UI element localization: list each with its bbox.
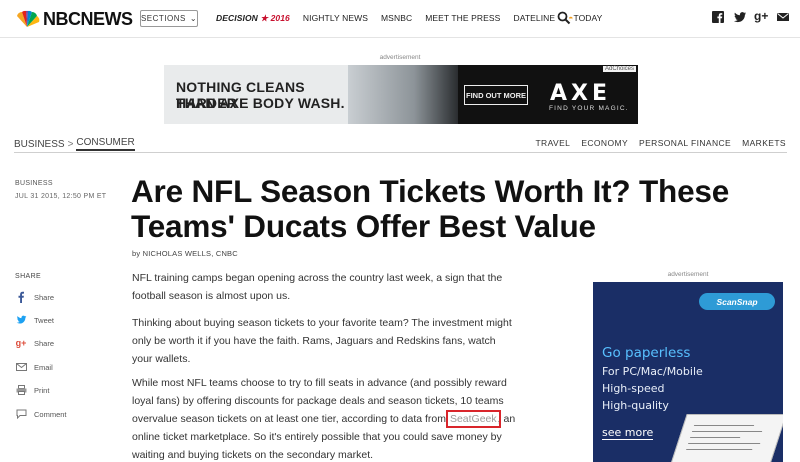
ad-find-out-more-button[interactable]: FIND OUT MORE: [464, 85, 528, 105]
article-category[interactable]: BUSINESS: [15, 180, 53, 187]
sections-label: SECTIONS: [140, 14, 186, 23]
twitter-icon[interactable]: [733, 10, 747, 24]
nav-decision-year: 2016: [270, 13, 290, 23]
search-icon[interactable]: [557, 11, 571, 25]
breadcrumb-consumer[interactable]: CONSUMER: [76, 137, 135, 151]
nav-item-nightly-news[interactable]: NIGHTLY NEWS: [303, 13, 368, 24]
share-item-label: Comment: [34, 409, 67, 419]
peacock-icon: [17, 10, 40, 28]
side-ad-line-4: High-quality: [602, 399, 669, 412]
top-ad-banner[interactable]: NOTHING CLEANS HARDER THAN AXE BODY WASH…: [164, 65, 638, 124]
share-item-label: Share: [34, 292, 55, 302]
breadcrumb-business[interactable]: BUSINESS: [14, 139, 65, 150]
nav-item-msnbc[interactable]: MSNBC: [381, 13, 412, 24]
article-paragraph-2: Thinking about buying season tickets to …: [132, 317, 512, 365]
side-ad-headline: Go paperless: [602, 345, 691, 361]
share-google-plus[interactable]: g+ Share: [15, 337, 54, 349]
nav-item-dateline[interactable]: DATELINE: [513, 13, 555, 24]
breadcrumb-separator: >: [67, 138, 74, 150]
logo-text: NBCNEWS: [43, 8, 133, 29]
email-icon: [15, 361, 27, 373]
side-ad-banner[interactable]: ScanSnap Go paperless For PC/Mac/Mobile …: [593, 282, 783, 462]
top-ad-label: advertisement: [379, 54, 421, 61]
article-paragraph-3: While most NFL teams choose to try to fi…: [132, 374, 517, 462]
chevron-down-icon: ⌄: [189, 14, 198, 23]
subnav-travel[interactable]: TRAVEL: [535, 138, 570, 148]
email-icon[interactable]: [776, 10, 790, 24]
ad-tagline: FIND YOUR MAGIC.: [549, 105, 629, 112]
top-nav: DECISION ★ 2016 NIGHTLY NEWS MSNBC MEET …: [216, 13, 615, 24]
headline-line1: Are NFL Season Tickets Worth It? These: [131, 173, 730, 209]
nav-item-meet-the-press[interactable]: MEET THE PRESS: [425, 13, 500, 24]
share-print[interactable]: Print: [15, 384, 49, 396]
subnav-economy[interactable]: ECONOMY: [581, 138, 628, 148]
ad-left-panel: NOTHING CLEANS HARDER THAN AXE BODY WASH…: [164, 65, 348, 124]
breadcrumb: BUSINESS > CONSUMER: [14, 137, 135, 151]
nav-item-today[interactable]: ◓TODAY: [568, 13, 602, 24]
section-subnav: TRAVEL ECONOMY PERSONAL FINANCE MARKETS: [524, 138, 786, 148]
star-icon: ★: [260, 13, 269, 23]
nbc-news-logo[interactable]: NBCNEWS: [14, 9, 133, 29]
share-label: SHARE: [15, 273, 42, 280]
ad-product-image: [348, 65, 458, 124]
google-plus-icon: g+: [15, 338, 27, 348]
headline-line2: Teams' Ducats Offer Best Value: [131, 208, 596, 244]
share-twitter[interactable]: Tweet: [15, 314, 54, 326]
share-item-label: Tweet: [34, 315, 55, 325]
nav-item-decision-2016[interactable]: DECISION ★ 2016: [216, 13, 290, 24]
ad-choices-badge[interactable]: AdChoices: [602, 66, 636, 72]
sections-button[interactable]: SECTIONS ⌄: [140, 10, 198, 27]
share-item-label: Share: [34, 338, 55, 348]
article-date: JUL 31 2015, 12:50 PM ET: [15, 193, 107, 200]
comment-icon: [15, 408, 27, 420]
site-header: NBCNEWS SECTIONS ⌄ DECISION ★ 2016 NIGHT…: [0, 0, 800, 38]
share-comment[interactable]: Comment: [15, 408, 67, 420]
share-email[interactable]: Email: [15, 361, 53, 373]
document-image: [667, 414, 783, 462]
article-headline: Are NFL Season Tickets Worth It? These T…: [131, 174, 781, 244]
article-byline: by NICHOLAS WELLS, CNBC: [132, 249, 238, 258]
scansnap-logo: ScanSnap: [699, 293, 775, 310]
facebook-icon: [15, 291, 27, 303]
side-ad-line-2: For PC/Mac/Mobile: [602, 365, 703, 378]
ad-headline-line2: THAN AXE BODY WASH.: [176, 95, 345, 111]
print-icon: [15, 384, 27, 396]
side-ad-line-3: High-speed: [602, 382, 665, 395]
share-facebook[interactable]: Share: [15, 291, 54, 303]
article-paragraph-1: NFL training camps began opening across …: [132, 272, 503, 302]
nav-today-label: TODAY: [573, 13, 603, 23]
nav-decision-label: DECISION: [216, 13, 258, 23]
seatgeek-link[interactable]: SeatGeek: [445, 410, 501, 428]
facebook-icon[interactable]: [711, 10, 725, 24]
section-divider: [14, 152, 787, 153]
ad-brand-logo: AXE: [550, 81, 612, 106]
google-plus-icon[interactable]: g+: [754, 9, 768, 23]
share-item-label: Print: [34, 385, 50, 395]
twitter-icon: [15, 314, 27, 326]
share-item-label: Email: [34, 362, 53, 372]
subnav-personal-finance[interactable]: PERSONAL FINANCE: [639, 138, 731, 148]
side-ad-see-more-link[interactable]: see more: [602, 427, 654, 440]
subnav-markets[interactable]: MARKETS: [742, 138, 786, 148]
side-ad-label: advertisement: [667, 271, 709, 278]
